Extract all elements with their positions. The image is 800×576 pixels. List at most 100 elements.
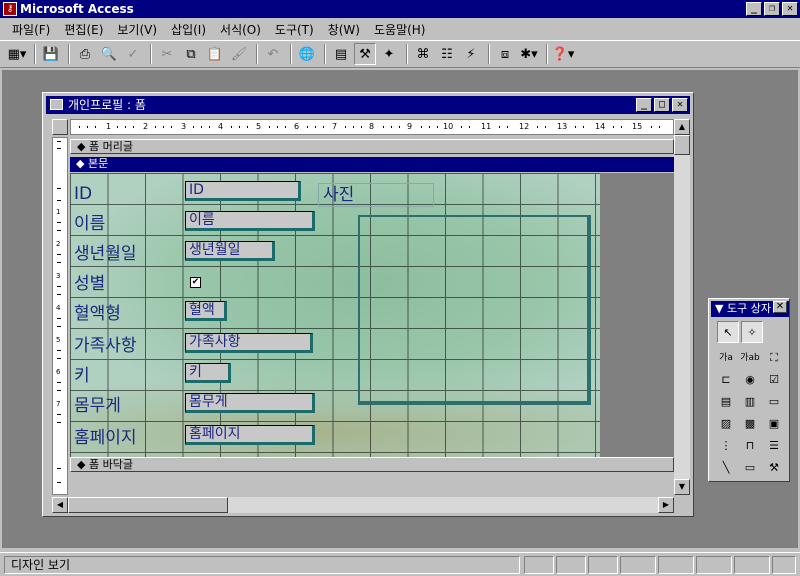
vertical-scroll-thumb[interactable] xyxy=(674,135,690,155)
menu-window[interactable]: 창(W) xyxy=(328,21,360,38)
print-preview-icon[interactable]: 🔍 xyxy=(98,43,120,65)
label-weight[interactable]: 몸무게 xyxy=(74,395,121,417)
menu-view[interactable]: 보기(V) xyxy=(117,21,157,38)
tab-control-icon[interactable]: ⊓ xyxy=(739,435,761,457)
vruler-label: 7 xyxy=(56,400,61,408)
textbox-homepage[interactable]: 홈페이지 xyxy=(185,425,315,445)
section-arrow-icon: ◆ xyxy=(77,140,89,153)
properties-icon[interactable]: ☷ xyxy=(436,43,458,65)
toggle-button-icon[interactable]: ⊏ xyxy=(715,369,737,391)
toolbox-icon[interactable]: ⚒ xyxy=(354,43,376,65)
select-objects-icon[interactable]: ↖ xyxy=(717,321,739,343)
autoformat-icon[interactable]: ✦ xyxy=(378,43,400,65)
insert-hyperlink-icon[interactable]: 🌐 xyxy=(296,43,318,65)
scroll-left-arrow-icon[interactable]: ◀ xyxy=(52,497,68,513)
horizontal-ruler[interactable]: 1 2 3 4 5 6 7 8 9 10 11 12 13 14 15 xyxy=(70,119,674,135)
textbox-height[interactable]: 키 xyxy=(185,363,231,383)
ruler-label: 1 xyxy=(106,122,112,131)
help-icon[interactable]: ❓▾ xyxy=(552,43,575,65)
restore-button[interactable]: ❐ xyxy=(764,2,780,16)
field-list-icon[interactable]: ▤ xyxy=(330,43,352,65)
textbox-bloodtype[interactable]: 혈액 xyxy=(185,301,227,321)
spelling-icon[interactable]: ✓ xyxy=(122,43,144,65)
label-id[interactable]: ID xyxy=(74,183,92,205)
textbox-name[interactable]: 이름 xyxy=(185,211,315,231)
label-height[interactable]: 키 xyxy=(74,365,90,387)
horizontal-scrollbar[interactable]: ◀ ▶ xyxy=(52,497,674,513)
toolbox-close-button[interactable]: ✕ xyxy=(773,301,787,313)
horizontal-scroll-thumb[interactable] xyxy=(68,497,228,513)
form-selector[interactable] xyxy=(52,119,68,135)
ruler-label: 3 xyxy=(181,122,187,131)
detail-empty-area xyxy=(600,173,674,459)
scroll-up-arrow-icon[interactable]: ▲ xyxy=(674,119,690,135)
close-button[interactable]: ✕ xyxy=(782,2,798,16)
scroll-right-arrow-icon[interactable]: ▶ xyxy=(658,497,674,513)
menu-format[interactable]: 서식(O) xyxy=(220,21,261,38)
textbox-id[interactable]: ID xyxy=(185,181,301,201)
image-icon[interactable]: ▨ xyxy=(715,413,737,435)
menu-help[interactable]: 도움말(H) xyxy=(374,21,426,38)
vertical-scrollbar[interactable]: ▲ ▼ xyxy=(674,119,690,495)
copy-icon[interactable]: ⧉ xyxy=(180,43,202,65)
checkbox-gender[interactable]: ✔ xyxy=(190,277,201,288)
detail-section-bar[interactable]: ◆ 본문 xyxy=(70,157,674,172)
textbox-birthdate[interactable]: 생년월일 xyxy=(185,241,275,261)
textbox-icon[interactable]: 가ab xyxy=(739,347,761,369)
save-icon[interactable]: 💾 xyxy=(40,43,62,65)
scroll-down-arrow-icon[interactable]: ▼ xyxy=(674,479,690,495)
database-window-icon[interactable]: ⧈ xyxy=(494,43,516,65)
ruler-label: 15 xyxy=(632,122,643,131)
label-gender[interactable]: 성별 xyxy=(74,273,105,295)
new-object-icon[interactable]: ✱▾ xyxy=(518,43,540,65)
label-icon[interactable]: 가a xyxy=(715,347,737,369)
view-icon[interactable]: ▦▾ xyxy=(6,43,28,65)
detail-section[interactable]: ID 이름 생년월일 성별 혈액형 가족사항 키 몸무게 홈페이지 ID 이름 … xyxy=(70,173,600,459)
option-group-icon[interactable]: ⛶ xyxy=(763,347,785,369)
photo-object-frame[interactable] xyxy=(358,215,591,405)
combo-box-icon[interactable]: ▤ xyxy=(715,391,737,413)
command-button-icon[interactable]: ▭ xyxy=(763,391,785,413)
textbox-family[interactable]: 가족사항 xyxy=(185,333,313,353)
code-icon[interactable]: ⌘ xyxy=(412,43,434,65)
status-panel xyxy=(772,556,796,574)
label-name[interactable]: 이름 xyxy=(74,213,105,235)
option-button-icon[interactable]: ◉ xyxy=(739,369,761,391)
ruler-label: 12 xyxy=(519,122,530,131)
textbox-weight[interactable]: 몸무게 xyxy=(185,393,315,413)
rectangle-icon[interactable]: ▭ xyxy=(739,457,761,479)
line-icon[interactable]: ╲ xyxy=(715,457,737,479)
form-header-section-bar[interactable]: ◆ 폼 머리글 xyxy=(70,139,674,154)
menu-insert[interactable]: 삽입(I) xyxy=(171,21,206,38)
form-titlebar: 개인프로필 : 폼 _ □ ✕ xyxy=(46,96,690,114)
list-box-icon[interactable]: ▥ xyxy=(739,391,761,413)
format-painter-icon[interactable]: 🖌 xyxy=(228,43,250,65)
page-break-icon[interactable]: ⋮ xyxy=(715,435,737,457)
print-icon[interactable]: ⎙ xyxy=(74,43,96,65)
label-birthdate[interactable]: 생년월일 xyxy=(74,243,137,265)
bound-object-icon[interactable]: ▣ xyxy=(763,413,785,435)
label-bloodtype[interactable]: 혈액형 xyxy=(74,303,121,325)
minimize-button[interactable]: _ xyxy=(746,2,762,16)
unbound-object-icon[interactable]: ▩ xyxy=(739,413,761,435)
form-maximize-button[interactable]: □ xyxy=(654,98,670,112)
label-homepage[interactable]: 홈페이지 xyxy=(74,427,137,449)
subform-icon[interactable]: ☰ xyxy=(763,435,785,457)
status-panel xyxy=(588,556,618,574)
control-wizards-icon[interactable]: ✧ xyxy=(741,321,763,343)
menu-tools[interactable]: 도구(T) xyxy=(275,21,314,38)
cut-icon[interactable]: ✂ xyxy=(156,43,178,65)
label-photo[interactable]: 사진 xyxy=(318,183,434,207)
more-controls-icon[interactable]: ⚒ xyxy=(763,457,785,479)
form-close-button[interactable]: ✕ xyxy=(672,98,688,112)
checkbox-icon[interactable]: ☑ xyxy=(763,369,785,391)
form-minimize-button[interactable]: _ xyxy=(636,98,652,112)
menu-file[interactable]: 파일(F) xyxy=(12,21,50,38)
paste-icon[interactable]: 📋 xyxy=(204,43,226,65)
label-family[interactable]: 가족사항 xyxy=(74,335,137,357)
build-icon[interactable]: ⚡ xyxy=(460,43,482,65)
vertical-ruler[interactable]: 1 2 3 4 5 6 7 xyxy=(52,137,68,495)
form-footer-section-bar[interactable]: ◆ 폼 바닥글 xyxy=(70,457,674,472)
undo-icon[interactable]: ↶ xyxy=(262,43,284,65)
menu-edit[interactable]: 편집(E) xyxy=(64,21,103,38)
